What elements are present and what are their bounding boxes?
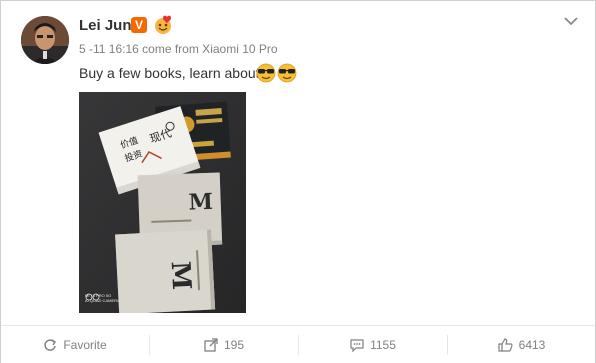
repost-button[interactable]: 195	[150, 326, 298, 363]
fan-heart-badge-icon[interactable]	[153, 15, 173, 35]
verified-v-icon[interactable]: V	[131, 17, 147, 33]
post-meta: 5 -11 16:16 come from Xiaomi 10 Pro	[79, 42, 278, 56]
svg-text:M: M	[165, 260, 196, 290]
comment-icon	[350, 338, 364, 352]
share-icon	[204, 337, 218, 352]
like-count: 6413	[518, 337, 546, 352]
post-timestamp[interactable]: 5 -11 16:16	[79, 42, 139, 56]
favorite-label: Favorite	[63, 337, 107, 352]
photo-watermark: MI 10 PRO 5G AI QUAD CAMERA	[85, 293, 120, 303]
comment-button[interactable]: 1155	[299, 326, 447, 363]
favorite-refresh-icon	[44, 338, 57, 351]
thumbs-up-icon	[498, 337, 513, 352]
post-action-bar: Favorite 195 1155 6413	[1, 325, 595, 363]
weibo-post-card: Lei Jun V 5 -11 16:16 come from Xiaomi 1…	[0, 0, 596, 363]
like-button[interactable]: 6413	[448, 326, 595, 363]
favorite-button[interactable]: Favorite	[1, 326, 149, 363]
post-photo[interactable]: 价值 投资 现代 M M	[79, 92, 246, 313]
avatar[interactable]	[21, 16, 69, 64]
svg-text:M: M	[188, 189, 213, 216]
post-text: Buy a few books, learn about	[79, 65, 260, 81]
username-link[interactable]: Lei Jun	[79, 17, 132, 34]
chevron-down-icon[interactable]	[561, 11, 581, 31]
repost-count: 195	[223, 337, 245, 352]
comment-count: 1155	[370, 337, 396, 352]
sunglasses-emoji-icon	[256, 63, 298, 83]
post-source[interactable]: come from Xiaomi 10 Pro	[142, 42, 277, 56]
